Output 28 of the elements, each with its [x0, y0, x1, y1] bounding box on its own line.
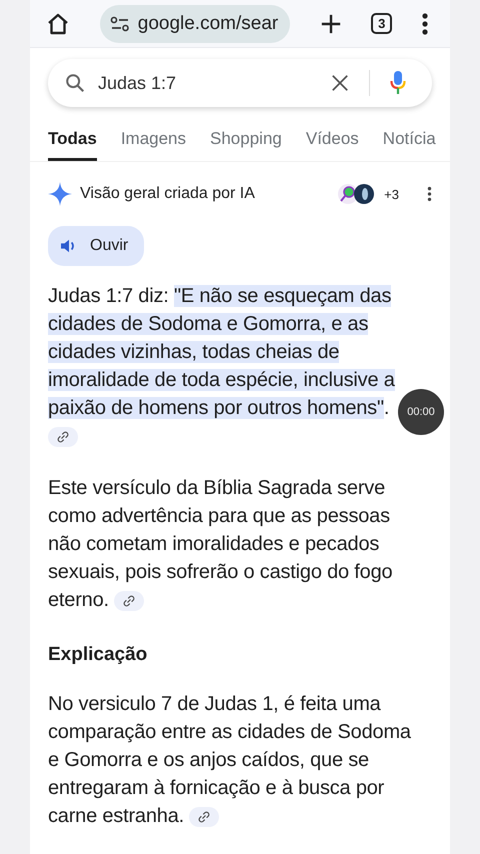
- options-icon[interactable]: [427, 186, 432, 202]
- link-icon[interactable]: [114, 590, 144, 611]
- more-menu-icon[interactable]: [422, 12, 428, 34]
- link-icon[interactable]: [189, 806, 220, 827]
- clear-icon[interactable]: [331, 74, 349, 92]
- tab-count-button[interactable]: 3: [371, 13, 392, 34]
- overview-title: Visão geral criada por IA: [80, 185, 255, 203]
- microphone-icon[interactable]: [390, 70, 406, 96]
- search-tab[interactable]: Imagens: [120, 129, 186, 161]
- listen-button[interactable]: Ouvir: [48, 226, 144, 266]
- answer-paragraph: No versiculo 7 de Judas 1, é feita uma comparação entre as cidades de Sodoma e Gomorra e os anjos caídos, que se entregaram à fornicação e à busca por carne estranha.: [48, 692, 412, 829]
- section-heading: Explicação: [48, 644, 148, 666]
- search-icon: [64, 72, 86, 94]
- site-settings-icon[interactable]: [110, 16, 130, 32]
- address-bar[interactable]: google.com/sear: [100, 4, 290, 42]
- search-field[interactable]: Judas 1:7: [48, 59, 432, 107]
- timer-bubble: 00:00: [398, 389, 444, 435]
- new-tab-icon[interactable]: [320, 12, 342, 34]
- home-icon[interactable]: [46, 12, 70, 36]
- answer-paragraph: Este versículo da Bíblia Sagrada serve como advertência para que as pessoas não cometam imoralidades e pecados sexuais, pois sofrerão o castigo do fogo eterno.: [48, 476, 394, 613]
- search-tab[interactable]: Notícia: [382, 129, 436, 161]
- sparkle-icon: [48, 182, 72, 206]
- source-count: +3: [384, 186, 399, 202]
- search-tab[interactable]: Todas: [48, 129, 97, 161]
- link-icon[interactable]: [48, 426, 78, 447]
- source-avatars-icon[interactable]: [336, 182, 376, 206]
- search-tab[interactable]: Vídeos: [306, 129, 359, 161]
- search-tab[interactable]: Shopping: [210, 129, 282, 161]
